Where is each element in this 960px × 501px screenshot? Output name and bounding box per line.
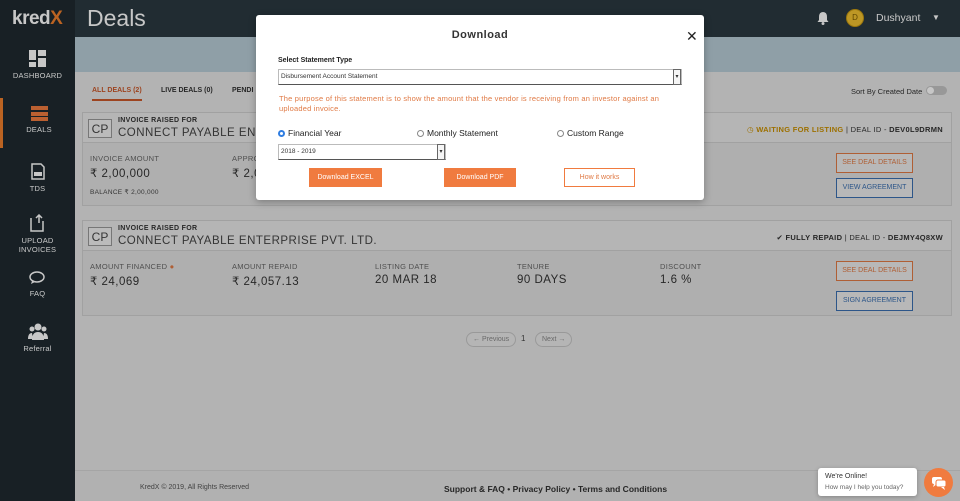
chat-greeting[interactable]: We're Online! How may I help you today? (818, 468, 917, 496)
chat-launcher-button[interactable] (924, 468, 953, 497)
radio-financial-year[interactable]: Financial Year (278, 128, 341, 138)
how-it-works-button[interactable]: How it works (564, 168, 635, 187)
financial-year-select[interactable]: 2018 - 2019 ▾ (278, 144, 446, 160)
radio-icon[interactable] (557, 130, 564, 137)
radio-monthly-statement[interactable]: Monthly Statement (417, 128, 498, 138)
radio-selected-icon[interactable] (278, 130, 285, 137)
chevron-down-icon[interactable]: ▾ (437, 144, 445, 160)
statement-type-value: Disbursement Account Statement (281, 73, 378, 80)
financial-year-value: 2018 - 2019 (281, 148, 316, 155)
statement-type-label: Select Statement Type (278, 57, 353, 64)
download-excel-button[interactable]: Download EXCEL (309, 168, 382, 187)
radio-icon[interactable] (417, 130, 424, 137)
chevron-down-icon[interactable]: ▾ (673, 69, 681, 85)
download-modal: Download ✕ Select Statement Type Disburs… (256, 15, 704, 200)
modal-title: Download (451, 29, 509, 41)
chat-bubbles-icon (932, 477, 947, 490)
statement-type-select[interactable]: Disbursement Account Statement ▾ (278, 69, 682, 85)
chat-online-text: We're Online! (825, 473, 868, 480)
chat-help-text: How may I help you today? (825, 484, 904, 491)
radio-custom-range[interactable]: Custom Range (557, 128, 624, 138)
statement-description: The purpose of this statement is to show… (279, 94, 660, 113)
download-pdf-button[interactable]: Download PDF (444, 168, 516, 187)
close-icon[interactable]: ✕ (686, 28, 698, 45)
